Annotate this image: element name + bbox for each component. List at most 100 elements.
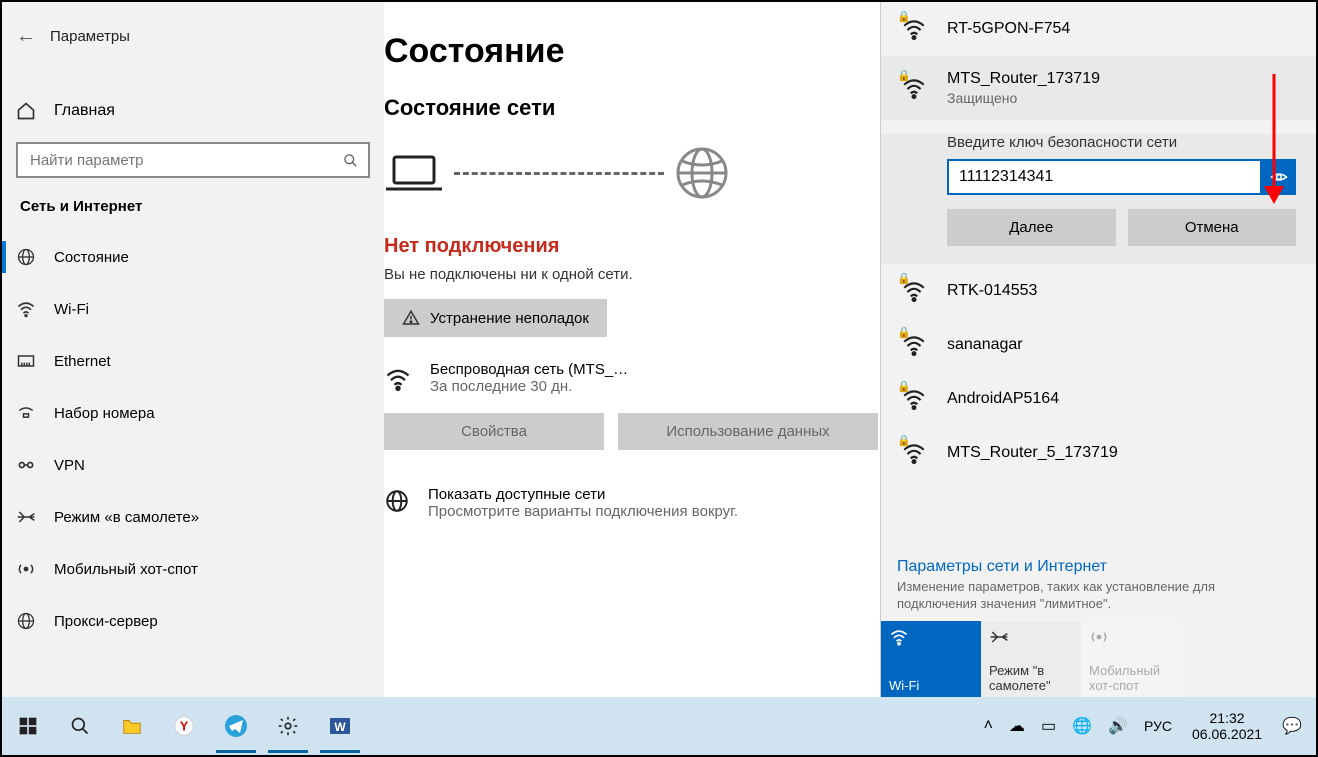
- nav-proxy[interactable]: Прокси-сервер: [2, 595, 384, 647]
- laptop-icon: [384, 153, 444, 193]
- wifi-flyout: 🔒 RT-5GPON-F754 🔒 MTS_Router_173719 Защи…: [880, 2, 1316, 699]
- tile-hotspot[interactable]: Мобильный хот-спот: [1081, 621, 1181, 699]
- network-name: MTS_Router_173719: [947, 70, 1100, 88]
- nav-ethernet[interactable]: Ethernet: [2, 335, 384, 387]
- no-connection-sub: Вы не подключены ни к одной сети.: [384, 266, 882, 283]
- taskbar-explorer[interactable]: [106, 697, 158, 755]
- tray-battery-icon[interactable]: ▭: [1037, 716, 1060, 736]
- taskbar-yandex[interactable]: Y: [158, 697, 210, 755]
- search-input-wrap[interactable]: [16, 142, 370, 178]
- wifi-icon: [889, 627, 973, 647]
- tray-language[interactable]: РУС: [1140, 718, 1176, 734]
- eye-icon: [1270, 168, 1288, 186]
- tile-airplane[interactable]: Режим "в самолете": [981, 621, 1081, 699]
- globe-icon: [16, 247, 54, 267]
- troubleshoot-button[interactable]: Устранение неполадок: [384, 299, 607, 337]
- wifi-adapter-row: Беспроводная сеть (MTS_… За последние 30…: [384, 361, 882, 395]
- tile-wifi-label: Wi-Fi: [889, 678, 973, 693]
- password-prompt: Введите ключ безопасности сети: [947, 134, 1296, 151]
- nav-vpn[interactable]: VPN: [2, 439, 384, 491]
- network-name: RT-5GPON-F754: [947, 20, 1070, 38]
- back-button[interactable]: ←: [2, 25, 50, 48]
- wifi-secure-icon: 🔒: [901, 278, 929, 304]
- tray-chevron[interactable]: ˄: [980, 717, 997, 735]
- nav-home-label: Главная: [54, 102, 115, 120]
- data-usage-button[interactable]: Использование данных: [618, 413, 878, 450]
- network-connect-panel: Введите ключ безопасности сети Далее Отм…: [881, 134, 1316, 264]
- nav-hotspot-label: Мобильный хот-спот: [54, 561, 198, 578]
- next-button[interactable]: Далее: [947, 209, 1116, 246]
- show-networks-link[interactable]: Показать доступные сети Просмотрите вари…: [384, 486, 882, 520]
- wifi-secure-icon: 🔒: [901, 386, 929, 412]
- network-item[interactable]: 🔒 AndroidAP5164: [881, 372, 1316, 426]
- ethernet-icon: [16, 351, 54, 371]
- lock-icon: 🔒: [897, 326, 911, 339]
- network-name: sananagar: [947, 336, 1023, 354]
- nav-wifi-label: Wi-Fi: [54, 301, 89, 318]
- network-item[interactable]: 🔒 RTK-014553: [881, 264, 1316, 318]
- nav-airplane[interactable]: Режим «в самолете»: [2, 491, 384, 543]
- word-icon: W: [328, 714, 352, 738]
- lock-icon: 🔒: [897, 272, 911, 285]
- tray-date: 06.06.2021: [1192, 726, 1262, 742]
- network-name: MTS_Router_5_173719: [947, 444, 1118, 462]
- app-title: Параметры: [50, 28, 130, 45]
- warning-icon: [402, 309, 420, 327]
- svg-text:W: W: [334, 720, 346, 734]
- windows-icon: [18, 716, 38, 736]
- taskbar-word[interactable]: W: [314, 697, 366, 755]
- search-icon: [343, 153, 358, 168]
- globe-icon: [674, 145, 730, 201]
- cancel-button[interactable]: Отмена: [1128, 209, 1297, 246]
- settings-content: Состояние Состояние сети: [384, 2, 882, 699]
- lock-icon: 🔒: [897, 69, 911, 82]
- troubleshoot-label: Устранение неполадок: [430, 310, 589, 327]
- nav-hotspot[interactable]: Мобильный хот-спот: [2, 543, 384, 595]
- tile-airplane-label: Режим "в самолете": [989, 663, 1073, 693]
- wifi-adapter-name: Беспроводная сеть (MTS_…: [430, 361, 628, 378]
- nav-home[interactable]: Главная: [2, 86, 384, 136]
- tray-action-center-icon[interactable]: 💬: [1278, 716, 1306, 736]
- tile-wifi[interactable]: Wi-Fi: [881, 621, 981, 699]
- nav-wifi[interactable]: Wi-Fi: [2, 283, 384, 335]
- show-networks-sub: Просмотрите варианты подключения вокруг.: [428, 503, 738, 520]
- network-name: AndroidAP5164: [947, 390, 1059, 408]
- taskbar-settings[interactable]: [262, 697, 314, 755]
- taskbar: Y W ˄ ☁ ▭ 🌐 🔊 РУС 21:32 06.06.2021 💬: [2, 697, 1316, 755]
- network-settings-link[interactable]: Параметры сети и Интернет: [897, 558, 1300, 576]
- lock-icon: 🔒: [897, 10, 911, 23]
- nav-status-label: Состояние: [54, 249, 129, 266]
- tray-onedrive-icon[interactable]: ☁: [1005, 716, 1029, 736]
- nav-status[interactable]: Состояние: [2, 231, 384, 283]
- nav-dialup[interactable]: Набор номера: [2, 387, 384, 439]
- wifi-adapter-sub: За последние 30 дн.: [430, 378, 628, 395]
- tray-clock[interactable]: 21:32 06.06.2021: [1184, 710, 1270, 742]
- network-settings-sub: Изменение параметров, таких как установл…: [897, 578, 1267, 613]
- wifi-secure-icon: 🔒: [901, 332, 929, 358]
- start-button[interactable]: [2, 697, 54, 755]
- tray-network-icon[interactable]: 🌐: [1068, 716, 1096, 736]
- settings-window: ← Параметры Главная Сеть и Интернет: [2, 2, 882, 699]
- show-networks-title: Показать доступные сети: [428, 486, 738, 503]
- password-input[interactable]: [947, 159, 1262, 195]
- network-item-selected[interactable]: 🔒 MTS_Router_173719 Защищено: [881, 56, 1316, 120]
- gear-icon: [277, 715, 299, 737]
- nav-dialup-label: Набор номера: [54, 405, 155, 422]
- properties-button[interactable]: Свойства: [384, 413, 604, 450]
- dialup-icon: [16, 403, 54, 423]
- taskbar-telegram[interactable]: [210, 697, 262, 755]
- taskbar-search[interactable]: [54, 697, 106, 755]
- network-item[interactable]: 🔒 RT-5GPON-F754: [881, 2, 1316, 56]
- search-input[interactable]: [28, 151, 343, 170]
- nav-proxy-label: Прокси-сервер: [54, 613, 158, 630]
- globe-icon: [384, 486, 410, 514]
- page-subhead: Состояние сети: [384, 95, 882, 121]
- network-item[interactable]: 🔒 MTS_Router_5_173719: [881, 426, 1316, 480]
- tray-time: 21:32: [1192, 710, 1262, 726]
- section-title: Сеть и Интернет: [2, 198, 384, 231]
- airplane-icon: [989, 627, 1073, 647]
- network-item[interactable]: 🔒 sananagar: [881, 318, 1316, 372]
- tile-hotspot-label: Мобильный хот-спот: [1089, 663, 1173, 693]
- tray-volume-icon[interactable]: 🔊: [1104, 716, 1132, 736]
- reveal-password-button[interactable]: [1262, 159, 1296, 195]
